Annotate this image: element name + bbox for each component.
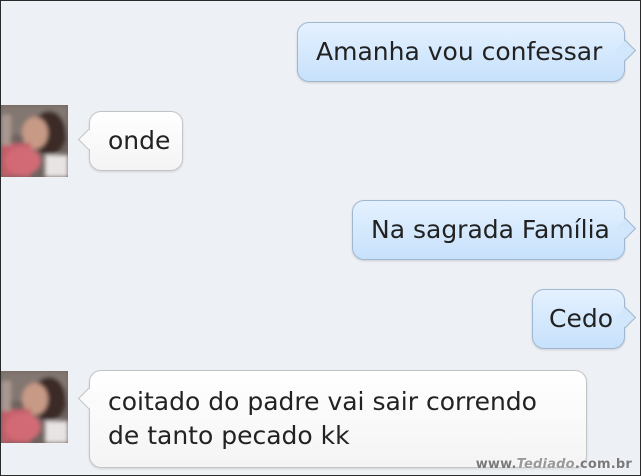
message-text-line: de tanto pecado kk <box>108 421 350 450</box>
message-text: onde <box>108 126 171 155</box>
contact-photo-icon <box>1 105 68 177</box>
contact-avatar[interactable] <box>1 105 68 177</box>
watermark-brand: Tediado <box>516 457 575 472</box>
contact-photo-icon <box>1 371 68 443</box>
message-text-line: coitado do padre vai sair correndo <box>108 387 537 416</box>
message-bubble-sent[interactable]: Na sagrada Família <box>352 200 625 260</box>
message-bubble-received[interactable]: coitado do padre vai sair correndo de ta… <box>89 370 587 468</box>
message-text: Na sagrada Família <box>371 215 610 244</box>
site-watermark: www.Tediado.com.br <box>476 457 632 472</box>
message-bubble-sent[interactable]: Cedo <box>532 289 625 349</box>
message-bubble-received[interactable]: onde <box>89 111 183 171</box>
message-bubble-sent[interactable]: Amanha vou confessar <box>297 22 625 82</box>
contact-avatar[interactable] <box>1 371 68 443</box>
watermark-suffix: .com.br <box>574 457 632 472</box>
watermark-prefix: www. <box>475 457 517 472</box>
message-text: Amanha vou confessar <box>316 37 603 66</box>
chat-window: Amanha vou confessar onde Na sagrada Fam… <box>0 0 641 476</box>
message-text: Cedo <box>549 304 614 333</box>
